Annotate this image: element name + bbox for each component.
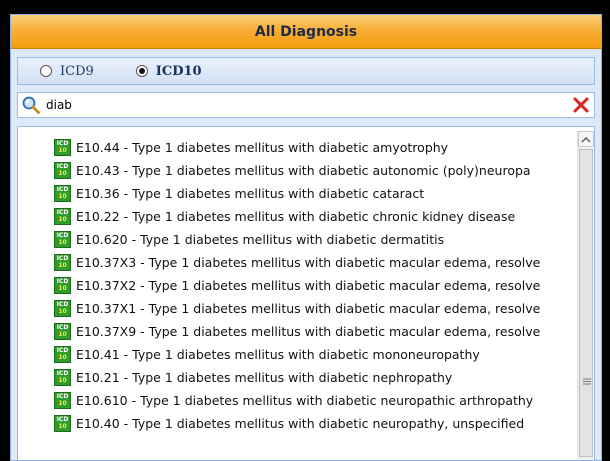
list-item[interactable]: ICD 10 E10.37X9 - Type 1 diabetes mellitu…	[54, 320, 584, 342]
icd10-code-icon: ICD 10	[54, 299, 71, 317]
list-item-label: E10.44 - Type 1 diabetes mellitus with d…	[76, 139, 449, 155]
list-item-label: E10.37X2 - Type 1 diabetes mellitus with…	[76, 277, 541, 293]
list-item[interactable]: ICD 10 E10.41 - Type 1 diabetes mellitus …	[54, 343, 584, 365]
icd10-code-icon: ICD 10	[54, 414, 71, 432]
list-item-label: E10.36 - Type 1 diabetes mellitus with d…	[76, 185, 425, 201]
search-bar	[17, 92, 595, 118]
code-system-selector: ICD9 ICD10	[17, 57, 595, 85]
icd10-code-icon: ICD 10	[54, 345, 71, 363]
icd10-code-icon: ICD 10	[54, 138, 71, 156]
radio-icd10-circle[interactable]	[135, 65, 148, 77]
list-item-label: E10.610 - Type 1 diabetes mellitus with …	[76, 392, 534, 408]
list-item[interactable]: ICD 10 E10.21 - Type 1 diabetes mellitus …	[54, 366, 584, 388]
icd10-code-icon: ICD 10	[54, 184, 71, 202]
icd10-code-icon: ICD 10	[54, 368, 71, 386]
list-item[interactable]: ICD 10 E10.37X1 - Type 1 diabetes mellitu…	[54, 297, 584, 319]
icd10-code-icon: ICD 10	[54, 161, 71, 179]
chevron-up-icon	[581, 137, 591, 143]
vertical-scrollbar[interactable]	[577, 131, 594, 460]
radio-icd9-circle[interactable]	[40, 65, 52, 77]
radio-icd10[interactable]: ICD10	[135, 63, 202, 79]
list-item-label: E10.40 - Type 1 diabetes mellitus with d…	[76, 415, 525, 431]
scrollbar-thumb[interactable]	[579, 149, 593, 457]
search-icon	[20, 94, 42, 116]
list-item-label: E10.620 - Type 1 diabetes mellitus with …	[76, 231, 445, 247]
list-item-label: E10.37X3 - Type 1 diabetes mellitus with…	[76, 254, 541, 270]
radio-icd9-label: ICD9	[60, 63, 94, 79]
icd10-code-icon: ICD 10	[54, 276, 71, 294]
list-item-label: E10.43 - Type 1 diabetes mellitus with d…	[76, 162, 531, 178]
list-item-label: E10.22 - Type 1 diabetes mellitus with d…	[76, 208, 516, 224]
icd10-code-icon: ICD 10	[54, 253, 71, 271]
diagnosis-results-list: ICD 10 E10.44 - Type 1 diabetes mellitus …	[17, 126, 595, 460]
list-item[interactable]: ICD 10 E10.22 - Type 1 diabetes mellitus …	[54, 205, 584, 227]
list-item-label: E10.37X1 - Type 1 diabetes mellitus with…	[76, 300, 541, 316]
list-item[interactable]: ICD 10 E10.43 - Type 1 diabetes mellitus …	[54, 159, 584, 181]
list-item[interactable]: ICD 10 E10.37X3 - Type 1 diabetes mellitu…	[54, 251, 584, 273]
search-input[interactable]	[42, 95, 570, 115]
diagnosis-panel: All Diagnosis ICD9 ICD10 diab ICD 10 E10…	[10, 14, 602, 461]
list-item[interactable]: ICD 10 E10.620 - Type 1 diabetes mellitus…	[54, 228, 584, 250]
close-icon[interactable]	[570, 94, 592, 116]
list-item-label: E10.21 - Type 1 diabetes mellitus with d…	[76, 369, 453, 385]
panel-title: All Diagnosis	[11, 15, 601, 49]
icd10-code-icon: ICD 10	[54, 391, 71, 409]
icd10-code-icon: ICD 10	[54, 230, 71, 248]
list-item[interactable]: ICD 10 E10.44 - Type 1 diabetes mellitus …	[54, 136, 584, 158]
window-frame: All Diagnosis ICD9 ICD10 diab ICD 10 E10…	[0, 0, 610, 461]
list-item[interactable]: ICD 10 E10.610 - Type 1 diabetes mellitus…	[54, 389, 584, 411]
scroll-up-button[interactable]	[578, 131, 594, 147]
list-item[interactable]: ICD 10 E10.40 - Type 1 diabetes mellitus …	[54, 412, 584, 434]
icd10-code-icon: ICD 10	[54, 207, 71, 225]
list-item[interactable]: ICD 10 E10.37X2 - Type 1 diabetes mellitu…	[54, 274, 584, 296]
list-item-label: E10.41 - Type 1 diabetes mellitus with d…	[76, 346, 480, 362]
radio-icd10-label: ICD10	[155, 63, 202, 79]
list-item-label: E10.37X9 - Type 1 diabetes mellitus with…	[76, 323, 541, 339]
icd10-code-icon: ICD 10	[54, 322, 71, 340]
list-item[interactable]: ICD 10 E10.36 - Type 1 diabetes mellitus …	[54, 182, 584, 204]
radio-icd9[interactable]: ICD9	[40, 64, 94, 79]
grip-icon	[583, 378, 591, 385]
